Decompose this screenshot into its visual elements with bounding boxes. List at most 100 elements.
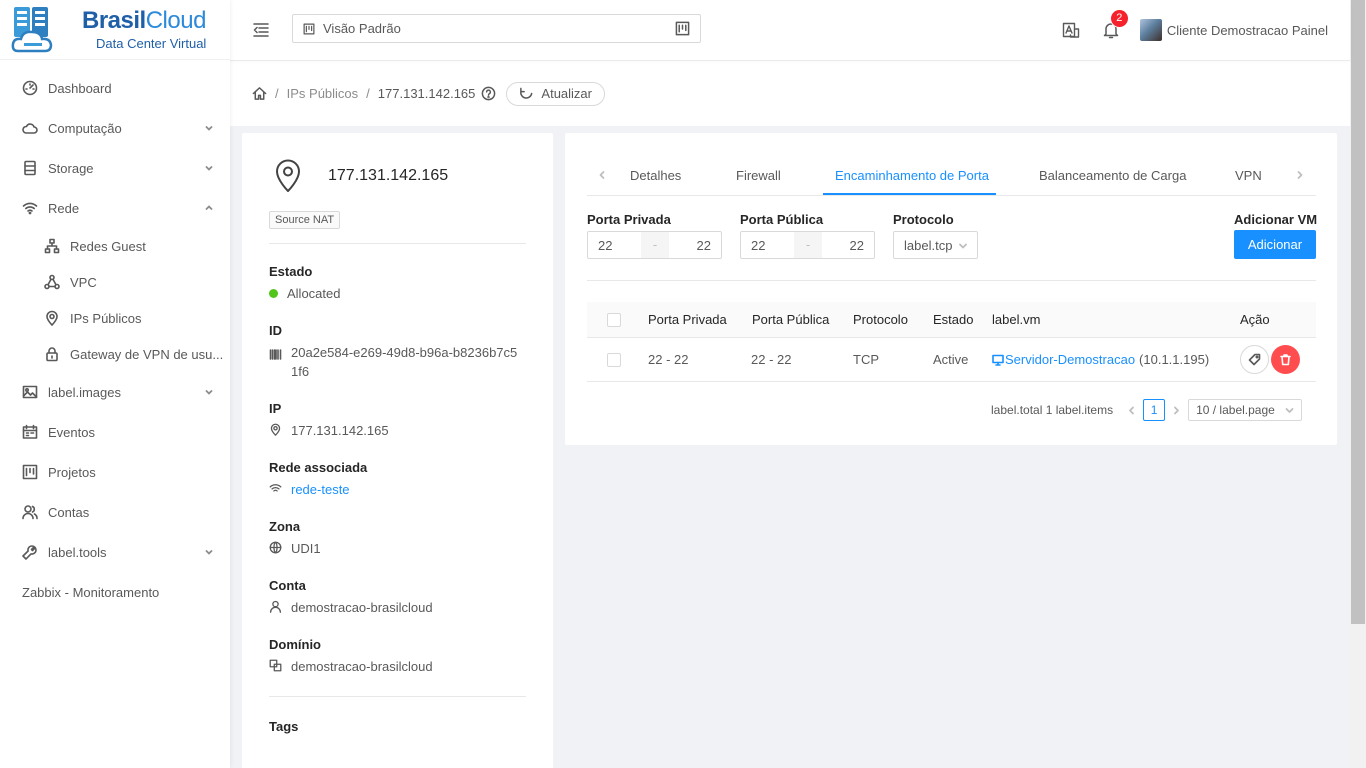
status-dot <box>269 289 278 298</box>
view-selector-label: Visão Padrão <box>323 21 401 36</box>
active-tab-indicator <box>823 193 996 195</box>
team-icon <box>22 504 38 520</box>
select-all-checkbox[interactable] <box>607 312 621 327</box>
reload-icon <box>519 86 541 101</box>
scrollbar-thumb[interactable] <box>1351 0 1365 624</box>
chevron-left-icon[interactable] <box>1127 406 1136 415</box>
add-button[interactable]: Adicionar <box>1234 230 1316 259</box>
sidebar-item-eventos[interactable]: Eventos <box>0 412 230 452</box>
sidebar-item-contas[interactable]: Contas <box>0 492 230 532</box>
sidebar-item-images[interactable]: label.images <box>0 372 230 412</box>
public-port-end-input[interactable]: 22 <box>822 238 874 253</box>
pagination: label.total 1 label.items 1 10 / label.p… <box>991 399 1302 421</box>
col-porta-publica[interactable]: Porta Pública <box>752 302 829 337</box>
notification-bell-icon[interactable]: 2 <box>1102 10 1128 39</box>
sidebar-item-label: Storage <box>48 160 94 176</box>
page-size-select[interactable]: 10 / label.page <box>1188 399 1302 421</box>
sidebar-item-label: Zabbix - Monitoramento <box>22 584 160 600</box>
public-port-range: 22 - 22 <box>740 231 875 259</box>
chevron-down-icon <box>204 547 214 557</box>
sidebar-item-label: Projetos <box>48 464 96 480</box>
sidebar-item-vpc[interactable]: VPC <box>0 264 230 300</box>
location-pin-icon <box>269 423 282 436</box>
chevron-right-icon[interactable] <box>1295 170 1305 180</box>
sidebar-item-computacao[interactable]: Computação <box>0 108 230 148</box>
translation-icon[interactable] <box>1062 21 1080 39</box>
sidebar-item-label: Redes Guest <box>70 238 146 254</box>
tab-encaminhamento-porta[interactable]: Encaminhamento de Porta <box>835 168 989 183</box>
col-protocolo[interactable]: Protocolo <box>853 302 908 337</box>
wifi-icon <box>269 482 282 495</box>
storage-icon <box>22 160 38 176</box>
cloud-icon <box>22 120 38 136</box>
dominio-value: demostracao-brasilcloud <box>291 659 433 674</box>
view-selector[interactable]: Visão Padrão <box>292 14 701 43</box>
chevron-down-icon <box>204 387 214 397</box>
tag-button[interactable] <box>1240 345 1269 374</box>
col-vm[interactable]: label.vm <box>992 302 1040 337</box>
rede-link[interactable]: rede-teste <box>291 480 350 499</box>
brand-name-suffix: Cloud <box>145 7 207 34</box>
sidebar-item-label: VPC <box>70 274 97 290</box>
logo[interactable]: BrasilCloud Data Center Virtual <box>0 0 230 60</box>
question-circle-icon[interactable] <box>481 86 496 101</box>
sidebar-item-gateway-vpn[interactable]: Gateway de VPN de usu... <box>0 336 230 372</box>
breadcrumb-link-ips[interactable]: IPs Públicos <box>287 86 359 101</box>
col-estado[interactable]: Estado <box>933 302 973 337</box>
conta-value: demostracao-brasilcloud <box>291 600 433 615</box>
col-porta-privada[interactable]: Porta Privada <box>648 302 727 337</box>
port-forwarding-card: Detalhes Firewall Encaminhamento de Port… <box>565 133 1337 445</box>
barcode-icon <box>269 348 282 361</box>
delete-button[interactable] <box>1271 345 1300 374</box>
public-port-start-input[interactable]: 22 <box>741 238 794 253</box>
tab-balanceamento-carga[interactable]: Balanceamento de Carga <box>1039 168 1186 183</box>
user-icon <box>269 600 282 613</box>
sidebar-item-rede[interactable]: Rede <box>0 188 230 228</box>
chevron-left-icon[interactable] <box>597 170 607 180</box>
menu-fold-icon[interactable] <box>252 21 270 39</box>
sidebar-item-ips-publicos[interactable]: IPs Públicos <box>0 300 230 336</box>
protocol-select[interactable]: label.tcp <box>893 231 978 259</box>
home-icon[interactable] <box>252 86 267 101</box>
sidebar-item-zabbix[interactable]: Zabbix - Monitoramento <box>0 572 230 612</box>
avatar[interactable] <box>1139 19 1162 41</box>
tab-vpn[interactable]: VPN <box>1235 168 1262 183</box>
zona-value: UDI1 <box>291 541 321 556</box>
globe-icon <box>269 541 282 554</box>
tab-bar: Detalhes Firewall Encaminhamento de Port… <box>587 158 1316 196</box>
table-header: Porta Privada Porta Pública Protocolo Es… <box>587 302 1316 338</box>
sidebar-item-tools[interactable]: label.tools <box>0 532 230 572</box>
resource-detail-card: 177.131.142.165 Source NAT Estado Alloca… <box>242 133 553 768</box>
row-checkbox[interactable] <box>607 352 621 367</box>
wifi-icon <box>22 200 38 216</box>
sidebar-item-dashboard[interactable]: Dashboard <box>0 68 230 108</box>
refresh-button[interactable]: Atualizar <box>506 81 605 106</box>
range-separator: - <box>641 232 669 258</box>
sidebar-item-storage[interactable]: Storage <box>0 148 230 188</box>
sidebar-item-label: Eventos <box>48 424 95 440</box>
page-1[interactable]: 1 <box>1143 399 1166 421</box>
sidebar-item-redes-guest[interactable]: Redes Guest <box>0 228 230 264</box>
ip-value: 177.131.142.165 <box>291 423 389 438</box>
page-scrollbar[interactable] <box>1350 0 1366 768</box>
sidebar-item-projetos[interactable]: Projetos <box>0 452 230 492</box>
chevron-down-icon <box>204 163 214 173</box>
trash-icon <box>1279 353 1292 366</box>
chevron-right-icon[interactable] <box>1172 406 1181 415</box>
notification-badge: 2 <box>1110 10 1128 27</box>
private-port-start-input[interactable]: 22 <box>588 238 641 253</box>
private-port-end-input[interactable]: 22 <box>669 238 721 253</box>
desktop-icon <box>992 354 1004 366</box>
user-name[interactable]: Cliente Demostracao Painel <box>1167 23 1328 38</box>
port-forwarding-table: Porta Privada Porta Pública Protocolo Es… <box>587 302 1316 382</box>
vm-link[interactable]: Servidor-Demostracao <box>1005 352 1135 367</box>
sidebar-item-label: label.tools <box>48 544 107 560</box>
table-row: 22 - 22 22 - 22 TCP Active Servidor-Demo… <box>587 338 1316 382</box>
lock-icon <box>44 346 60 362</box>
sidebar-item-label: label.images <box>48 384 121 400</box>
private-port-label: Porta Privada <box>587 212 671 227</box>
project-icon <box>303 23 315 35</box>
tab-firewall[interactable]: Firewall <box>736 168 781 183</box>
tab-detalhes[interactable]: Detalhes <box>630 168 681 183</box>
sidebar-item-label: Gateway de VPN de usu... <box>70 346 224 362</box>
